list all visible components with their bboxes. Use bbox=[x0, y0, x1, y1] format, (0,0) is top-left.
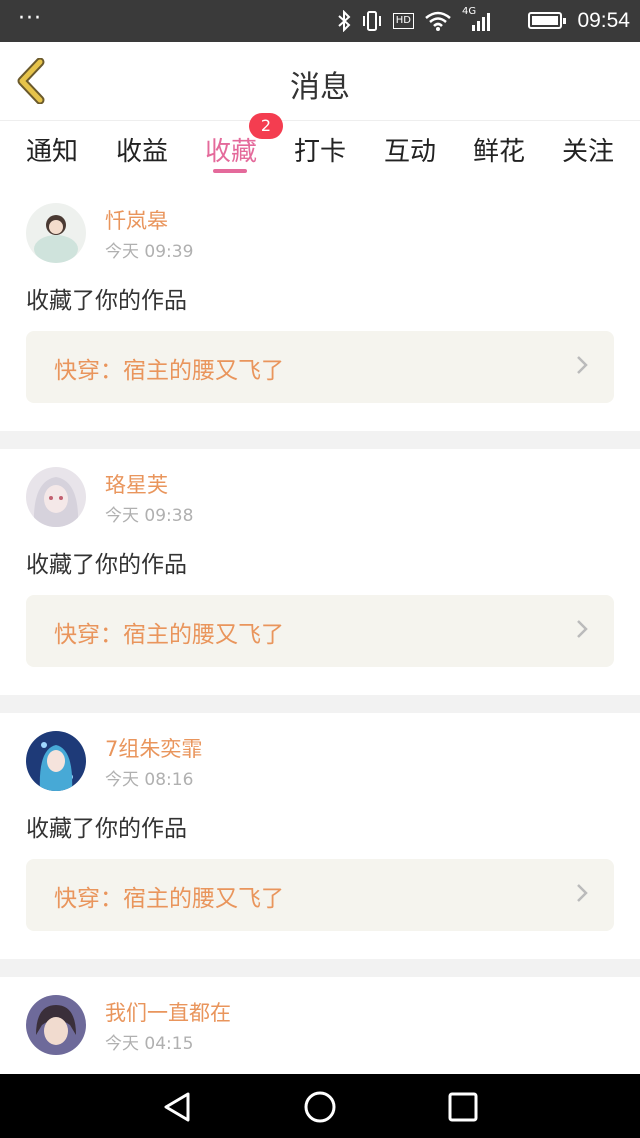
wifi-icon bbox=[425, 11, 451, 31]
work-title: 快穿：宿主的腰又飞了 bbox=[54, 622, 284, 648]
recents-square-icon[interactable] bbox=[446, 1090, 480, 1124]
list-item: 7组朱奕霏 今天 08:16 收藏了你的作品 快穿：宿主的腰又飞了 bbox=[0, 713, 640, 959]
system-nav-bar bbox=[0, 1074, 640, 1138]
work-link[interactable]: 快穿：宿主的腰又飞了 bbox=[26, 595, 614, 667]
tab-notify[interactable]: 通知 bbox=[26, 131, 78, 168]
vibrate-icon bbox=[362, 11, 381, 31]
message-time: 今天 09:39 bbox=[105, 242, 194, 262]
tab-flowers[interactable]: 鲜花 bbox=[473, 131, 525, 168]
notification-dots: ··· bbox=[18, 6, 42, 31]
back-triangle-icon[interactable] bbox=[160, 1090, 194, 1124]
status-bar: ··· HD 4G 09:54 bbox=[0, 0, 640, 42]
message-time: 今天 08:16 bbox=[105, 770, 194, 790]
chevron-right-icon bbox=[577, 620, 588, 638]
header-bar: 消息 bbox=[0, 42, 640, 121]
work-link[interactable]: 快穿：宿主的腰又飞了 bbox=[26, 331, 614, 403]
username[interactable]: 忏岚皋 bbox=[105, 205, 168, 235]
message-action-text: 收藏了你的作品 bbox=[26, 816, 187, 842]
page-title: 消息 bbox=[290, 70, 350, 105]
work-link[interactable]: 快穿：宿主的腰又飞了 bbox=[26, 859, 614, 931]
message-action-text: 收藏了你的作品 bbox=[26, 552, 187, 578]
tab-follow[interactable]: 关注 bbox=[562, 131, 614, 168]
divider bbox=[0, 431, 640, 449]
tab-badge: 2 bbox=[249, 113, 283, 139]
message-time: 今天 04:15 bbox=[105, 1034, 194, 1054]
username[interactable]: 我们一直都在 bbox=[105, 997, 231, 1027]
divider bbox=[0, 695, 640, 713]
tab-interaction[interactable]: 互动 bbox=[384, 131, 436, 168]
list-item: 忏岚皋 今天 09:39 收藏了你的作品 快穿：宿主的腰又飞了 bbox=[0, 185, 640, 431]
avatar[interactable] bbox=[26, 467, 86, 527]
status-time: 09:54 bbox=[577, 9, 630, 32]
divider bbox=[0, 959, 640, 977]
work-title: 快穿：宿主的腰又飞了 bbox=[54, 886, 284, 912]
home-circle-icon[interactable] bbox=[303, 1090, 337, 1124]
avatar[interactable] bbox=[26, 731, 86, 791]
signal-icon: 4G bbox=[462, 6, 492, 32]
tab-favorites[interactable]: 收藏 bbox=[205, 131, 257, 168]
username[interactable]: 珞星芙 bbox=[105, 469, 168, 499]
status-icons: HD 4G bbox=[337, 6, 492, 33]
message-action-text: 收藏了你的作品 bbox=[26, 288, 187, 314]
bluetooth-icon bbox=[338, 10, 351, 32]
message-tabs: 通知 收益 收藏 打卡 互动 鲜花 关注 bbox=[0, 121, 640, 185]
chevron-right-icon bbox=[577, 356, 588, 374]
chevron-right-icon bbox=[577, 884, 588, 902]
username[interactable]: 7组朱奕霏 bbox=[105, 733, 202, 763]
tab-earnings[interactable]: 收益 bbox=[116, 131, 168, 168]
active-tab-indicator bbox=[213, 169, 247, 173]
message-time: 今天 09:38 bbox=[105, 506, 194, 526]
hd-icon: HD bbox=[392, 13, 414, 29]
battery-icon bbox=[528, 12, 566, 29]
avatar[interactable] bbox=[26, 203, 86, 263]
list-item: 珞星芙 今天 09:38 收藏了你的作品 快穿：宿主的腰又飞了 bbox=[0, 449, 640, 695]
work-title: 快穿：宿主的腰又飞了 bbox=[54, 358, 284, 384]
list-item: 我们一直都在 今天 04:15 bbox=[0, 977, 640, 1074]
avatar[interactable] bbox=[26, 995, 86, 1055]
tab-checkin[interactable]: 打卡 bbox=[294, 131, 346, 168]
